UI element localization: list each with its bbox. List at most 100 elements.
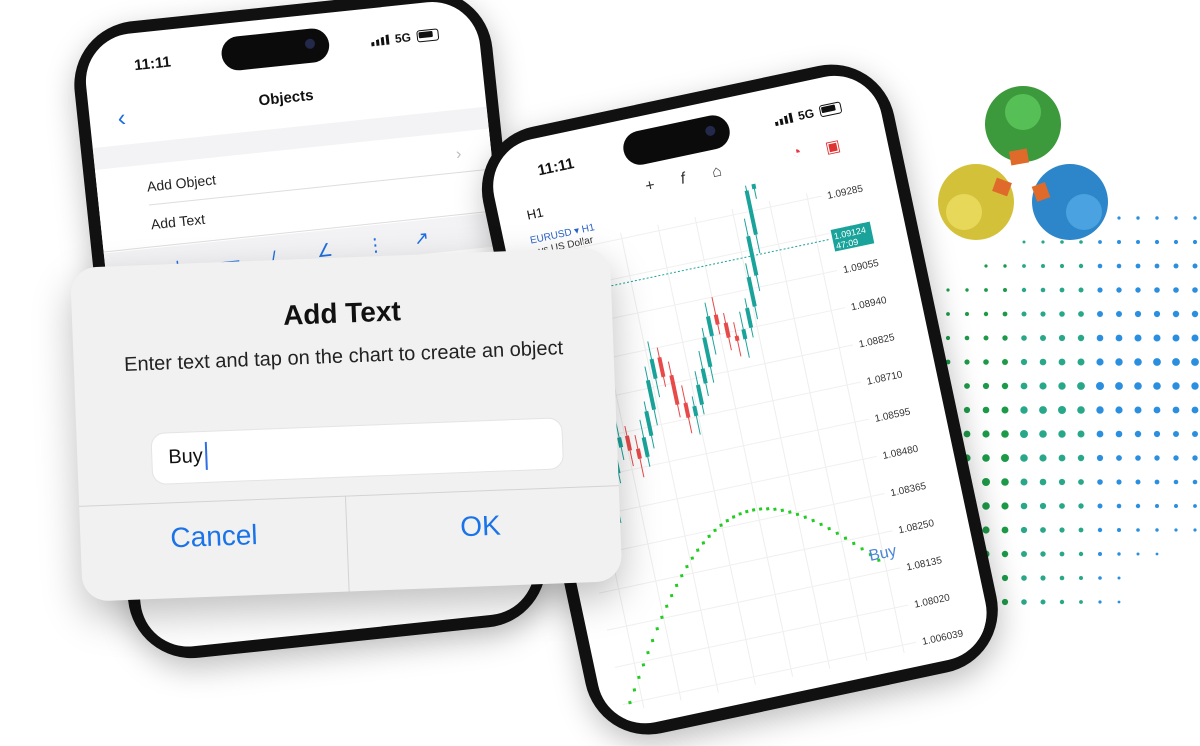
- candle-body: [741, 328, 748, 340]
- halo-dot: [1041, 264, 1045, 268]
- halo-dot: [1134, 358, 1142, 366]
- halo-dot: [1153, 382, 1161, 390]
- halo-dot: [1097, 263, 1103, 269]
- dialog-divider: [79, 485, 619, 507]
- halo-dot: [983, 311, 989, 317]
- halo-dot: [982, 454, 990, 462]
- halo-dot: [1173, 263, 1179, 269]
- sar-dot: [690, 556, 695, 560]
- halo-dot: [1135, 455, 1141, 461]
- ok-button[interactable]: OK: [460, 510, 502, 544]
- grid-line: [583, 455, 877, 520]
- fibonacci-icon[interactable]: ⋮: [365, 234, 385, 257]
- cancel-button[interactable]: Cancel: [170, 519, 258, 554]
- halo-dot: [1172, 310, 1180, 318]
- halo-dot: [1134, 406, 1142, 414]
- halo-dot: [1001, 454, 1009, 462]
- halo-dot: [1059, 503, 1065, 509]
- halo-dot: [1096, 334, 1104, 342]
- halo-dot: [983, 335, 989, 341]
- halo-dot: [1192, 479, 1198, 485]
- sar-dot: [719, 523, 723, 527]
- price-axis-label: 1.08710: [866, 369, 904, 387]
- halo-dot: [1136, 528, 1140, 532]
- halo-dot: [1079, 576, 1083, 580]
- crosshair-icon[interactable]: +: [644, 177, 657, 197]
- price-axis-label: 1.08365: [890, 481, 928, 499]
- halo-dot: [1098, 600, 1102, 604]
- sar-dot: [701, 541, 706, 545]
- halo-dot: [1098, 576, 1102, 580]
- halo-dot: [1115, 358, 1123, 366]
- halo-dot: [1115, 430, 1123, 438]
- halo-dot: [1192, 431, 1198, 437]
- halo-dot: [1172, 334, 1180, 342]
- halo-dot: [1021, 287, 1027, 293]
- halo-dot: [983, 359, 989, 365]
- halo-dot: [1020, 430, 1028, 438]
- text-input[interactable]: Buy: [150, 417, 565, 485]
- halo-dot: [984, 264, 988, 268]
- halo-dot: [1040, 575, 1046, 581]
- sar-dot: [707, 534, 711, 539]
- function-icon[interactable]: f: [679, 170, 687, 189]
- halo-dot: [1040, 527, 1046, 533]
- halo-dot: [1153, 334, 1161, 342]
- network-label: 5G: [796, 106, 816, 124]
- objects-icon[interactable]: ⌂: [710, 163, 723, 183]
- halo-dot: [1155, 528, 1159, 532]
- signal-icon: [773, 112, 794, 127]
- halo-dot: [1078, 311, 1084, 317]
- dialog-divider-vertical: [344, 495, 350, 592]
- halo-dot: [1020, 358, 1028, 366]
- halo-dot: [1020, 406, 1028, 414]
- halo-dot: [1192, 455, 1198, 461]
- sar-dot: [773, 507, 777, 512]
- sar-dot: [628, 700, 632, 705]
- halo-dot: [1059, 287, 1065, 293]
- candle-body: [746, 235, 759, 276]
- halo-dot: [964, 383, 970, 389]
- halo-dot: [1078, 551, 1084, 557]
- arrow-icon[interactable]: ↗: [413, 227, 430, 249]
- timeframe-button[interactable]: H1: [525, 205, 544, 223]
- halo-dot: [1192, 287, 1198, 293]
- sar-dot: [713, 528, 717, 533]
- halo-dot: [1002, 335, 1008, 341]
- status-indicators: 5G: [773, 100, 843, 128]
- halo-dot: [1136, 552, 1140, 556]
- sar-dot: [725, 518, 730, 523]
- halo-dot: [1115, 334, 1123, 342]
- halo-dot: [1001, 406, 1009, 414]
- halo-dot: [1192, 263, 1198, 269]
- metatrader-logo-icon: [938, 86, 1108, 240]
- sar-dot: [738, 512, 742, 516]
- halo-dot: [1079, 600, 1083, 604]
- halo-dot: [965, 312, 969, 316]
- dynamic-island: [620, 112, 733, 168]
- color-ring-icon[interactable]: ◔: [790, 144, 803, 164]
- halo-dot: [1020, 526, 1028, 534]
- halo-dot: [1078, 479, 1084, 485]
- halo-dot: [1191, 310, 1199, 318]
- status-time: 11:11: [536, 155, 576, 180]
- candle-body: [669, 374, 680, 406]
- trading-icon[interactable]: ▣: [823, 135, 842, 158]
- halo-dot: [1039, 502, 1047, 510]
- halo-dot: [1135, 287, 1141, 293]
- sar-dot: [843, 536, 848, 540]
- candle-body: [695, 384, 705, 405]
- sar-dot: [660, 615, 664, 620]
- halo-dot: [1059, 575, 1065, 581]
- halo-dot: [1116, 479, 1122, 485]
- halo-dot: [982, 406, 990, 414]
- sar-dot: [674, 583, 679, 588]
- halo-dot: [1058, 382, 1066, 390]
- sar-dot: [745, 509, 749, 514]
- halo-dot: [1040, 287, 1046, 293]
- back-button[interactable]: ‹: [116, 105, 127, 134]
- halo-dot: [1115, 406, 1123, 414]
- halo-dot: [1077, 358, 1085, 366]
- halo-dot: [1058, 454, 1066, 462]
- dialog-message: Enter text and tap on the chart to creat…: [123, 337, 564, 376]
